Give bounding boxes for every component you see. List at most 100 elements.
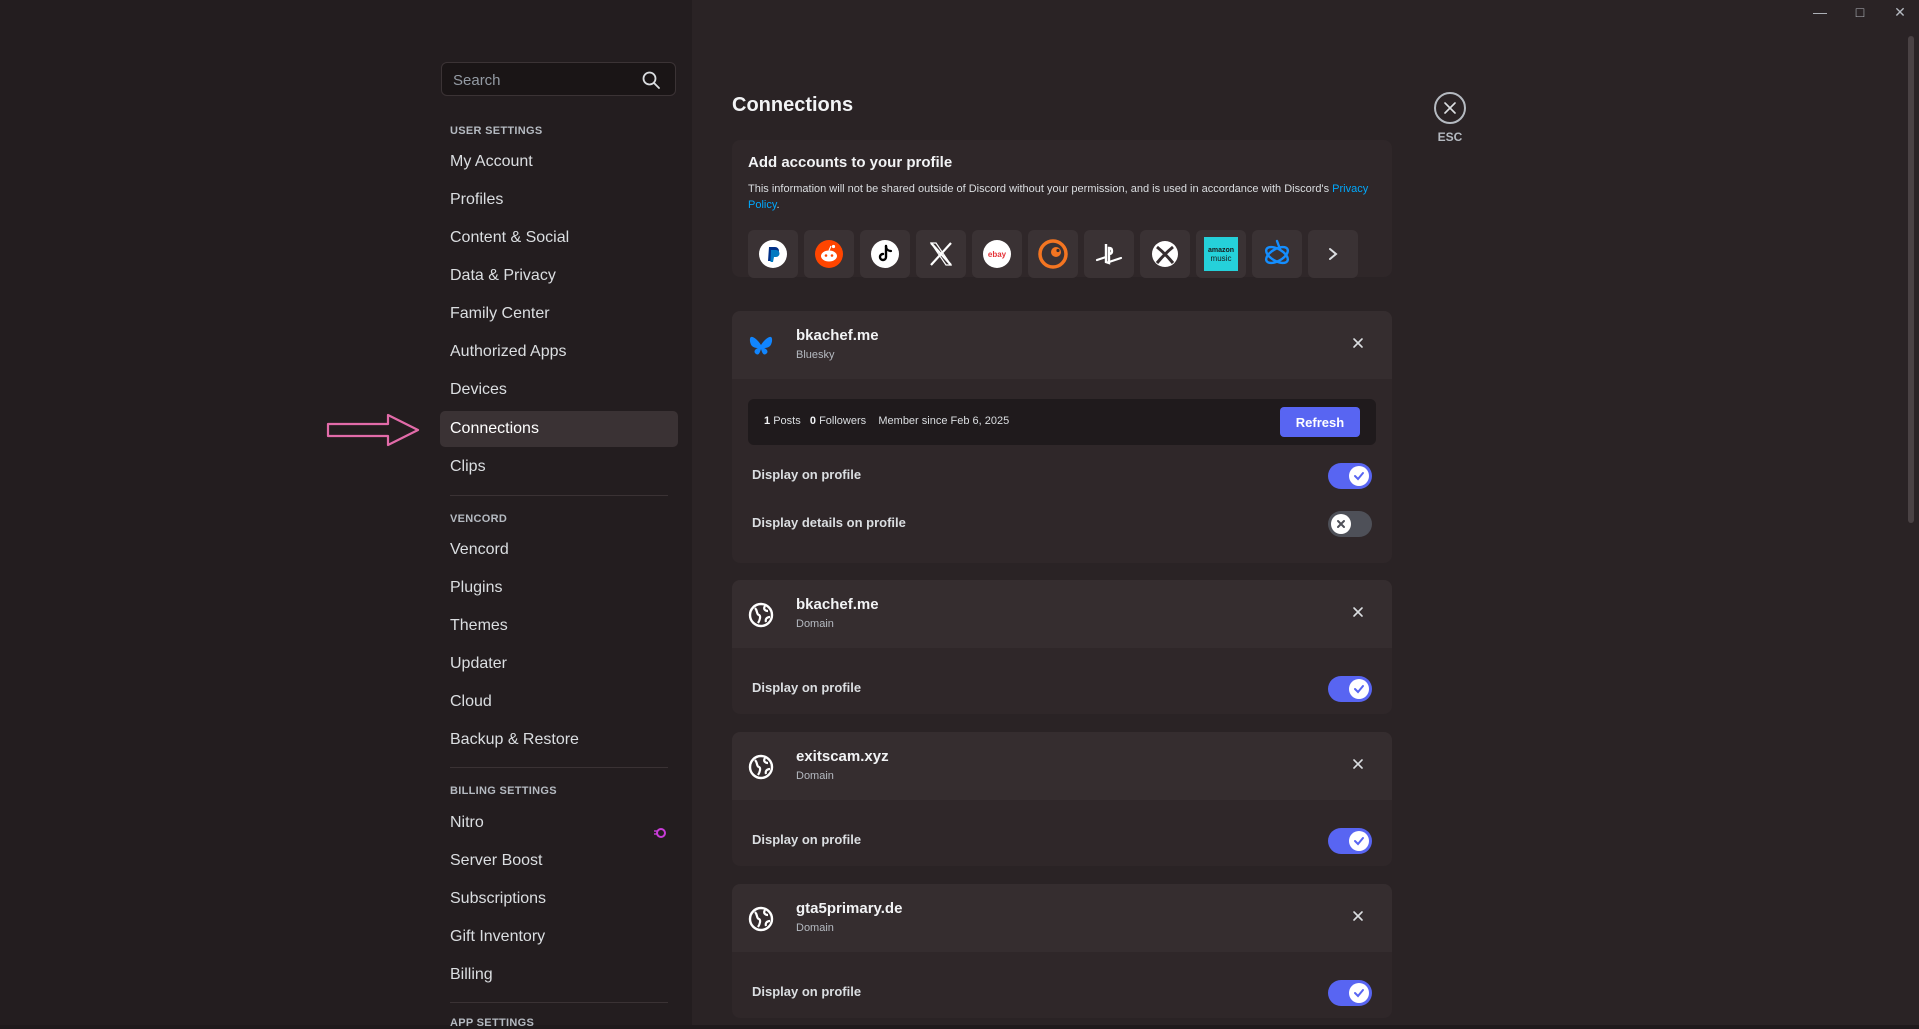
display-details-row: Display details on profile	[732, 499, 1392, 547]
remove-connection-close-icon[interactable]	[1350, 335, 1366, 351]
xbox-icon[interactable]	[1140, 230, 1190, 278]
display-on-profile-toggle[interactable]	[1328, 676, 1372, 702]
close-window-icon[interactable]: ✕	[1893, 4, 1907, 21]
add-accounts-title: Add accounts to your profile	[748, 154, 953, 171]
refresh-button[interactable]: Refresh	[1280, 407, 1360, 437]
remove-connection-close-icon[interactable]	[1350, 604, 1366, 620]
sidebar-item-connections[interactable]: Connections	[440, 411, 678, 447]
sidebar-item-my-account[interactable]: My Account	[440, 144, 678, 180]
annotation-arrow-icon	[326, 412, 422, 453]
svg-text:music: music	[1211, 254, 1232, 263]
remove-connection-close-icon[interactable]	[1350, 756, 1366, 772]
paypal-icon[interactable]	[748, 230, 798, 278]
billing-settings-heading: BILLING SETTINGS	[450, 785, 557, 797]
service-icon-row: ebay amazon music	[748, 230, 1358, 278]
connection-name: bkachef.me	[796, 596, 879, 613]
tiktok-icon[interactable]	[860, 230, 910, 278]
sidebar-item-cloud[interactable]: Cloud	[440, 684, 678, 720]
sidebar-divider	[450, 1002, 668, 1003]
connection-type: Domain	[796, 618, 834, 630]
connection-name: exitscam.xyz	[796, 748, 889, 765]
x-icon[interactable]	[916, 230, 966, 278]
connection-name: gta5primary.de	[796, 900, 903, 917]
display-on-profile-row: Display on profile	[732, 968, 1392, 1016]
display-on-profile-toggle[interactable]	[1328, 980, 1372, 1006]
sidebar-item-label: Nitro	[450, 814, 484, 831]
crunchyroll-icon[interactable]	[1028, 230, 1078, 278]
connection-type: Bluesky	[796, 349, 835, 361]
check-icon	[1349, 679, 1369, 699]
stats-text: 1 Posts 0 Followers Member since Feb 6, …	[764, 415, 1010, 427]
sidebar-item-gift-inventory[interactable]: Gift Inventory	[440, 919, 678, 955]
globe-icon	[748, 602, 774, 628]
search-input[interactable]	[451, 69, 635, 91]
content-scrollbar[interactable]	[1908, 36, 1914, 523]
sidebar-item-content-social[interactable]: Content & Social	[440, 220, 678, 256]
display-on-profile-row: Display on profile	[732, 816, 1392, 864]
sidebar-item-clips[interactable]: Clips	[440, 449, 678, 485]
check-icon	[1349, 831, 1369, 851]
sidebar-item-backup-restore[interactable]: Backup & Restore	[440, 722, 678, 758]
battlenet-icon[interactable]	[1252, 230, 1302, 278]
connection-header: bkachef.me Bluesky	[732, 311, 1392, 379]
display-on-profile-toggle[interactable]	[1328, 828, 1372, 854]
minimize-icon[interactable]: —	[1813, 4, 1827, 21]
sidebar-item-updater[interactable]: Updater	[440, 646, 678, 682]
check-icon	[1349, 466, 1369, 486]
x-mark-icon	[1331, 514, 1351, 534]
remove-connection-close-icon[interactable]	[1350, 908, 1366, 924]
nitro-badge-icon	[654, 817, 666, 838]
sidebar-item-plugins[interactable]: Plugins	[440, 570, 678, 606]
sidebar-item-authorized-apps[interactable]: Authorized Apps	[440, 334, 678, 370]
globe-icon	[748, 906, 774, 932]
bluesky-icon	[748, 333, 774, 359]
connection-type: Domain	[796, 770, 834, 782]
connection-type: Domain	[796, 922, 834, 934]
connection-stats: 1 Posts 0 Followers Member since Feb 6, …	[748, 399, 1376, 445]
amazon-music-icon[interactable]: amazon music	[1196, 230, 1246, 278]
sidebar-item-billing[interactable]: Billing	[440, 957, 678, 993]
check-icon	[1349, 983, 1369, 1003]
sidebar-item-vencord[interactable]: Vencord	[440, 532, 678, 568]
sidebar-item-nitro[interactable]: Nitro	[440, 805, 678, 841]
reddit-icon[interactable]	[804, 230, 854, 278]
sidebar-item-server-boost[interactable]: Server Boost	[440, 843, 678, 879]
vencord-heading: VENCORD	[450, 513, 508, 525]
sidebar-item-data-privacy[interactable]: Data & Privacy	[440, 258, 678, 294]
search-box	[441, 62, 676, 96]
page-title: Connections	[732, 94, 854, 116]
sidebar-item-family-center[interactable]: Family Center	[440, 296, 678, 332]
sidebar-divider	[450, 495, 668, 496]
esc-close[interactable]: ESC	[1432, 92, 1468, 144]
window-controls: — □ ✕	[1813, 4, 1907, 21]
add-accounts-card: Add accounts to your profile This inform…	[732, 140, 1392, 278]
globe-icon	[748, 754, 774, 780]
display-on-profile-row: Display on profile	[732, 664, 1392, 712]
connection-name: bkachef.me	[796, 327, 879, 344]
sidebar-divider	[450, 767, 668, 768]
sidebar-item-profiles[interactable]: Profiles	[440, 182, 678, 218]
display-on-profile-toggle[interactable]	[1328, 463, 1372, 489]
user-settings-heading: USER SETTINGS	[450, 125, 543, 137]
connection-card-domain: exitscam.xyz Domain Display on profile	[732, 732, 1392, 866]
connection-header: gta5primary.de Domain	[732, 884, 1392, 952]
svg-text:ebay: ebay	[988, 250, 1007, 259]
sidebar-item-themes[interactable]: Themes	[440, 608, 678, 644]
connection-card-domain: gta5primary.de Domain Display on profile	[732, 884, 1392, 1018]
search-icon[interactable]	[641, 70, 661, 95]
sidebar-item-devices[interactable]: Devices	[440, 372, 678, 408]
app-settings-heading: APP SETTINGS	[450, 1017, 535, 1029]
svg-text:amazon: amazon	[1208, 247, 1234, 254]
esc-label: ESC	[1437, 130, 1463, 144]
display-on-profile-row: Display on profile	[732, 451, 1392, 499]
chevron-right-icon[interactable]	[1308, 230, 1358, 278]
maximize-icon[interactable]: □	[1853, 4, 1867, 21]
display-details-toggle[interactable]	[1328, 511, 1372, 537]
ebay-icon[interactable]: ebay	[972, 230, 1022, 278]
playstation-icon[interactable]	[1084, 230, 1134, 278]
close-icon[interactable]	[1434, 92, 1466, 124]
connection-card-domain: bkachef.me Domain Display on profile	[732, 580, 1392, 714]
connection-header: exitscam.xyz Domain	[732, 732, 1392, 800]
connection-card-bluesky: bkachef.me Bluesky 1 Posts 0 Followers M…	[732, 311, 1392, 563]
sidebar-item-subscriptions[interactable]: Subscriptions	[440, 881, 678, 917]
